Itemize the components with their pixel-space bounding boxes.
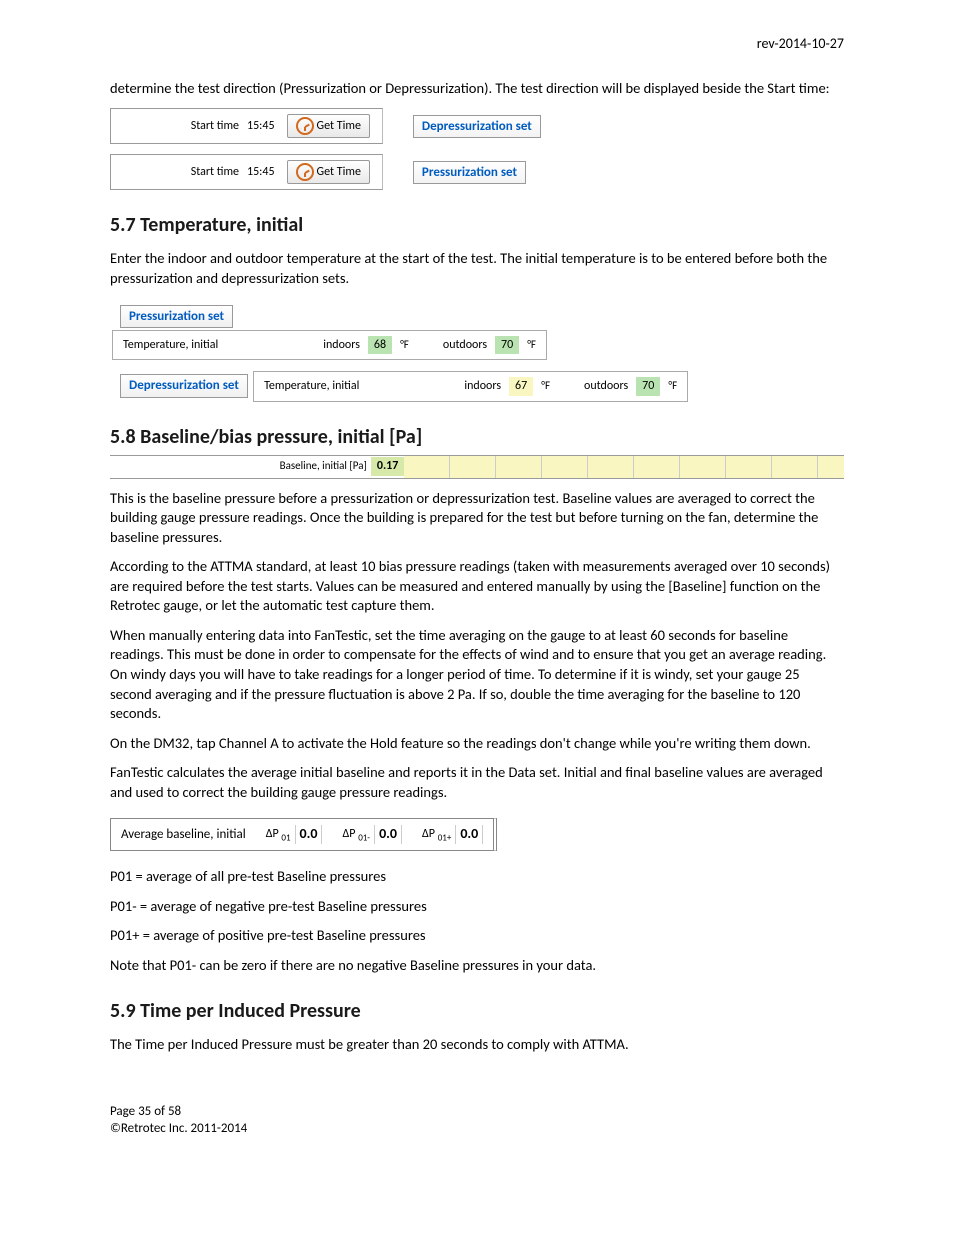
dp-value: 0.0 bbox=[455, 825, 483, 844]
direction-state: Depressurization set bbox=[413, 115, 541, 139]
start-time-value: 15:45 bbox=[247, 164, 275, 180]
baseline-value[interactable]: 0.17 bbox=[371, 457, 404, 475]
paragraph-5-9: The Time per Induced Pressure must be gr… bbox=[110, 1035, 844, 1055]
indoors-value[interactable]: 67 bbox=[509, 377, 533, 395]
get-time-button[interactable]: Get Time bbox=[287, 114, 370, 138]
unit: °F bbox=[541, 379, 550, 394]
clock-icon bbox=[296, 163, 314, 181]
depressurization-set-label: Depressurization set bbox=[120, 374, 248, 398]
dp-group: ΔP 01- 0.0 bbox=[342, 825, 402, 844]
average-title: Average baseline, initial bbox=[121, 826, 246, 844]
unit: °F bbox=[668, 379, 677, 394]
definition: P01 = average of all pre-test Baseline p… bbox=[110, 867, 844, 887]
temperature-title: Temperature, initial bbox=[264, 378, 456, 394]
intro-paragraph: determine the test direction (Pressuriza… bbox=[110, 79, 844, 99]
paragraph: This is the baseline pressure before a p… bbox=[110, 489, 844, 548]
heading-5-9: 5.9 Time per Induced Pressure bbox=[110, 998, 844, 1025]
baseline-label: Baseline, initial [Pa] bbox=[110, 459, 371, 474]
definition: P01- = average of negative pre-test Base… bbox=[110, 897, 844, 917]
paragraph: According to the ATTMA standard, at leas… bbox=[110, 557, 844, 616]
outdoors-value[interactable]: 70 bbox=[495, 336, 519, 354]
get-time-label: Get Time bbox=[317, 118, 361, 134]
start-time-value: 15:45 bbox=[247, 118, 275, 134]
paragraph: On the DM32, tap Channel A to activate t… bbox=[110, 734, 844, 754]
unit: °F bbox=[400, 338, 409, 353]
paragraph: When manually entering data into FanTest… bbox=[110, 626, 844, 724]
definition: P01+ = average of positive pre-test Base… bbox=[110, 926, 844, 946]
start-time-label: Start time bbox=[119, 164, 239, 180]
page-number: Page 35 of 58 bbox=[110, 1104, 844, 1121]
temperature-title: Temperature, initial bbox=[123, 337, 315, 353]
clock-icon bbox=[296, 117, 314, 135]
heading-5-7: 5.7 Temperature, initial bbox=[110, 212, 844, 239]
dp-group: ΔP 01 0.0 bbox=[266, 825, 323, 844]
revision-date: rev-2014-10-27 bbox=[110, 35, 844, 54]
outdoors-value[interactable]: 70 bbox=[636, 377, 660, 395]
heading-5-8: 5.8 Baseline/bias pressure, initial [Pa] bbox=[110, 424, 844, 451]
outdoors-label: outdoors bbox=[443, 337, 487, 353]
paragraph-5-7: Enter the indoor and outdoor temperature… bbox=[110, 249, 844, 288]
dp-value: 0.0 bbox=[295, 825, 323, 844]
temperature-row: Temperature, initial indoors 67 °F outdo… bbox=[253, 371, 688, 401]
baseline-cells[interactable] bbox=[404, 456, 844, 478]
indoors-value[interactable]: 68 bbox=[368, 336, 392, 354]
copyright: ©Retrotec Inc. 2011-2014 bbox=[110, 1121, 844, 1138]
dp-group: ΔP 01+ 0.0 bbox=[422, 825, 483, 844]
start-time-label: Start time bbox=[119, 118, 239, 134]
dp-value: 0.0 bbox=[374, 825, 402, 844]
paragraph: FanTestic calculates the average initial… bbox=[110, 763, 844, 802]
outdoors-label: outdoors bbox=[584, 378, 628, 394]
baseline-row: Baseline, initial [Pa] 0.17 bbox=[110, 455, 844, 479]
average-baseline-row: Average baseline, initial ΔP 01 0.0 ΔP 0… bbox=[110, 818, 497, 851]
pressurization-set-label: Pressurization set bbox=[120, 305, 233, 329]
unit: °F bbox=[527, 338, 536, 353]
indoors-label: indoors bbox=[323, 337, 360, 353]
definition: Note that P01- can be zero if there are … bbox=[110, 956, 844, 976]
get-time-button[interactable]: Get Time bbox=[287, 160, 370, 184]
temperature-row: Temperature, initial indoors 68 °F outdo… bbox=[112, 330, 547, 360]
indoors-label: indoors bbox=[464, 378, 501, 394]
start-time-row: Start time 15:45 Get Time Pressurization… bbox=[110, 154, 560, 190]
start-time-row: Start time 15:45 Get Time Depressurizati… bbox=[110, 108, 560, 144]
direction-state: Pressurization set bbox=[413, 161, 526, 185]
get-time-label: Get Time bbox=[317, 164, 361, 180]
